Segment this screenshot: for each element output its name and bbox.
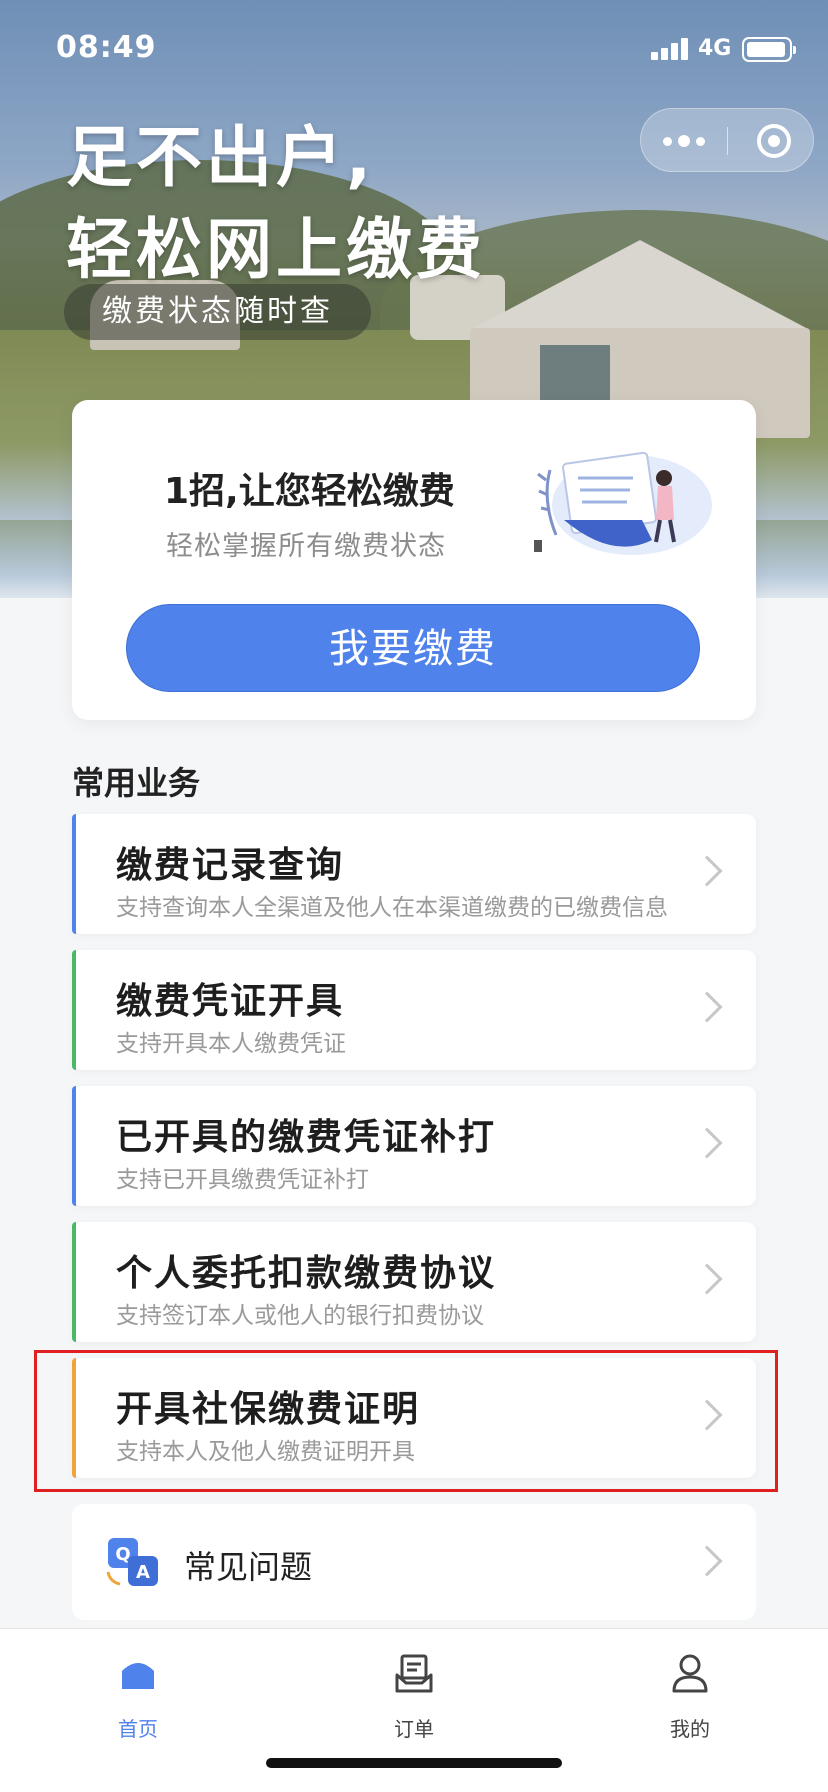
- tab-home[interactable]: 首页: [78, 1643, 198, 1743]
- yurt-image: [470, 240, 810, 330]
- miniprogram-capsule: [640, 108, 814, 172]
- service-item-payment-records[interactable]: 缴费记录查询 支持查询本人全渠道及他人在本渠道缴费的已缴费信息: [72, 814, 756, 934]
- service-title: 缴费凭证开具: [116, 981, 345, 1022]
- home-icon: [122, 1663, 154, 1689]
- service-desc: 支持查询本人全渠道及他人在本渠道缴费的已缴费信息: [116, 895, 668, 921]
- chevron-right-icon: [691, 991, 723, 1023]
- service-item-issue-voucher[interactable]: 缴费凭证开具 支持开具本人缴费凭证: [72, 950, 756, 1070]
- user-icon: [672, 1654, 708, 1693]
- home-indicator: [266, 1758, 562, 1768]
- faq-item[interactable]: Q A 常见问题: [72, 1504, 756, 1620]
- service-item-debit-agreement[interactable]: 个人委托扣款缴费协议 支持签订本人或他人的银行扣费协议: [72, 1222, 756, 1342]
- close-miniprogram-icon[interactable]: [757, 124, 791, 158]
- service-desc: 支持开具本人缴费凭证: [116, 1031, 346, 1057]
- more-icon[interactable]: [641, 109, 727, 173]
- tab-label: 我的: [670, 1717, 710, 1741]
- payment-illustration-icon: [534, 451, 712, 555]
- service-desc: 支持签订本人或他人的银行扣费协议: [116, 1303, 484, 1329]
- chevron-right-icon: [691, 1545, 723, 1577]
- chevron-right-icon: [691, 1263, 723, 1295]
- service-title: 缴费记录查询: [116, 845, 345, 886]
- service-item-reprint-voucher[interactable]: 已开具的缴费凭证补打 支持已开具缴费凭证补打: [72, 1086, 756, 1206]
- service-desc: 支持已开具缴费凭证补打: [116, 1167, 369, 1193]
- promo-title: 1招,让您轻松缴费: [164, 471, 455, 512]
- accent-bar: [72, 814, 76, 934]
- capsule-divider: [727, 127, 728, 155]
- order-icon: [395, 1654, 433, 1693]
- service-title: 个人委托扣款缴费协议: [116, 1253, 497, 1294]
- tab-profile[interactable]: 我的: [630, 1643, 750, 1743]
- section-title: 常用业务: [72, 764, 201, 802]
- svg-text:A: A: [136, 1562, 150, 1583]
- hero-tag: 缴费状态随时查: [64, 284, 371, 340]
- accent-bar: [72, 1086, 76, 1206]
- network-type: 4G: [698, 36, 732, 61]
- accent-bar: [72, 1222, 76, 1342]
- promo-card: 1招,让您轻松缴费 轻松掌握所有缴费状态 我要缴费: [72, 400, 756, 720]
- pay-now-button[interactable]: 我要缴费: [126, 604, 700, 692]
- accent-bar: [72, 950, 76, 1070]
- chevron-right-icon: [691, 855, 723, 887]
- battery-icon: [742, 37, 796, 62]
- signal-icon: [651, 38, 691, 60]
- qa-icon: Q A: [106, 1538, 158, 1586]
- highlight-box: [34, 1350, 778, 1492]
- promo-subtitle: 轻松掌握所有缴费状态: [166, 531, 446, 562]
- tab-label: 订单: [394, 1717, 434, 1741]
- tab-label: 首页: [118, 1717, 158, 1741]
- hero-title-line: 足不出户,: [66, 119, 376, 196]
- hero-title-line: 轻松网上缴费: [66, 211, 486, 288]
- service-title: 已开具的缴费凭证补打: [116, 1117, 497, 1158]
- tab-orders[interactable]: 订单: [354, 1643, 474, 1743]
- status-bar: 08:49 4G: [0, 0, 828, 100]
- chevron-right-icon: [691, 1127, 723, 1159]
- status-time: 08:49: [56, 30, 157, 65]
- hero-title: 足不出户, 轻松网上缴费: [66, 112, 486, 296]
- faq-label: 常见问题: [184, 1548, 313, 1586]
